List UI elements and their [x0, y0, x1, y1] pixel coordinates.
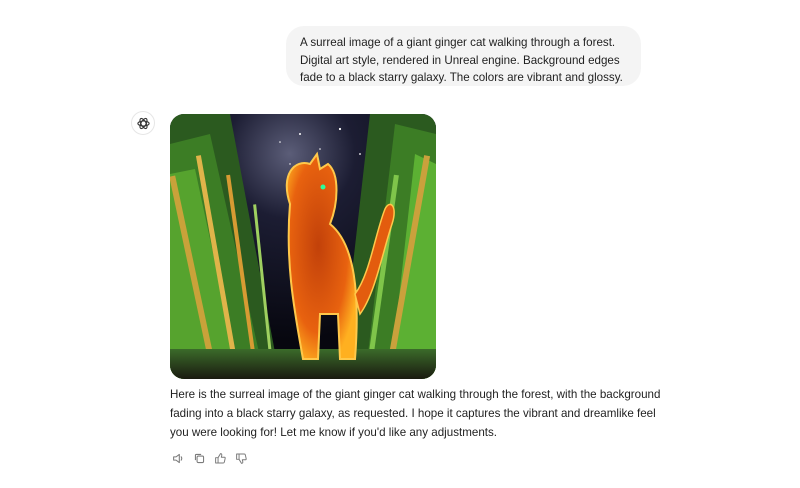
assistant-reply-text: Here is the surreal image of the giant g…	[170, 388, 661, 439]
thumbs-up-button[interactable]	[212, 450, 228, 466]
assistant-avatar	[131, 111, 155, 135]
assistant-reply: Here is the surreal image of the giant g…	[170, 385, 670, 442]
user-message-bubble: A surreal image of a giant ginger cat wa…	[286, 26, 641, 86]
copy-button[interactable]	[191, 450, 207, 466]
openai-logo-icon	[136, 117, 150, 129]
thumbs-down-icon	[235, 453, 247, 464]
read-aloud-icon	[172, 453, 182, 463]
read-aloud-button[interactable]	[170, 450, 186, 466]
copy-icon	[194, 453, 204, 463]
message-actions	[170, 450, 249, 466]
ginger-cat-forest-illustration	[170, 114, 436, 379]
user-message-text: A surreal image of a giant ginger cat wa…	[300, 36, 623, 84]
thumbs-down-button[interactable]	[233, 450, 249, 466]
generated-image[interactable]	[170, 114, 436, 379]
thumbs-up-icon	[214, 452, 226, 463]
